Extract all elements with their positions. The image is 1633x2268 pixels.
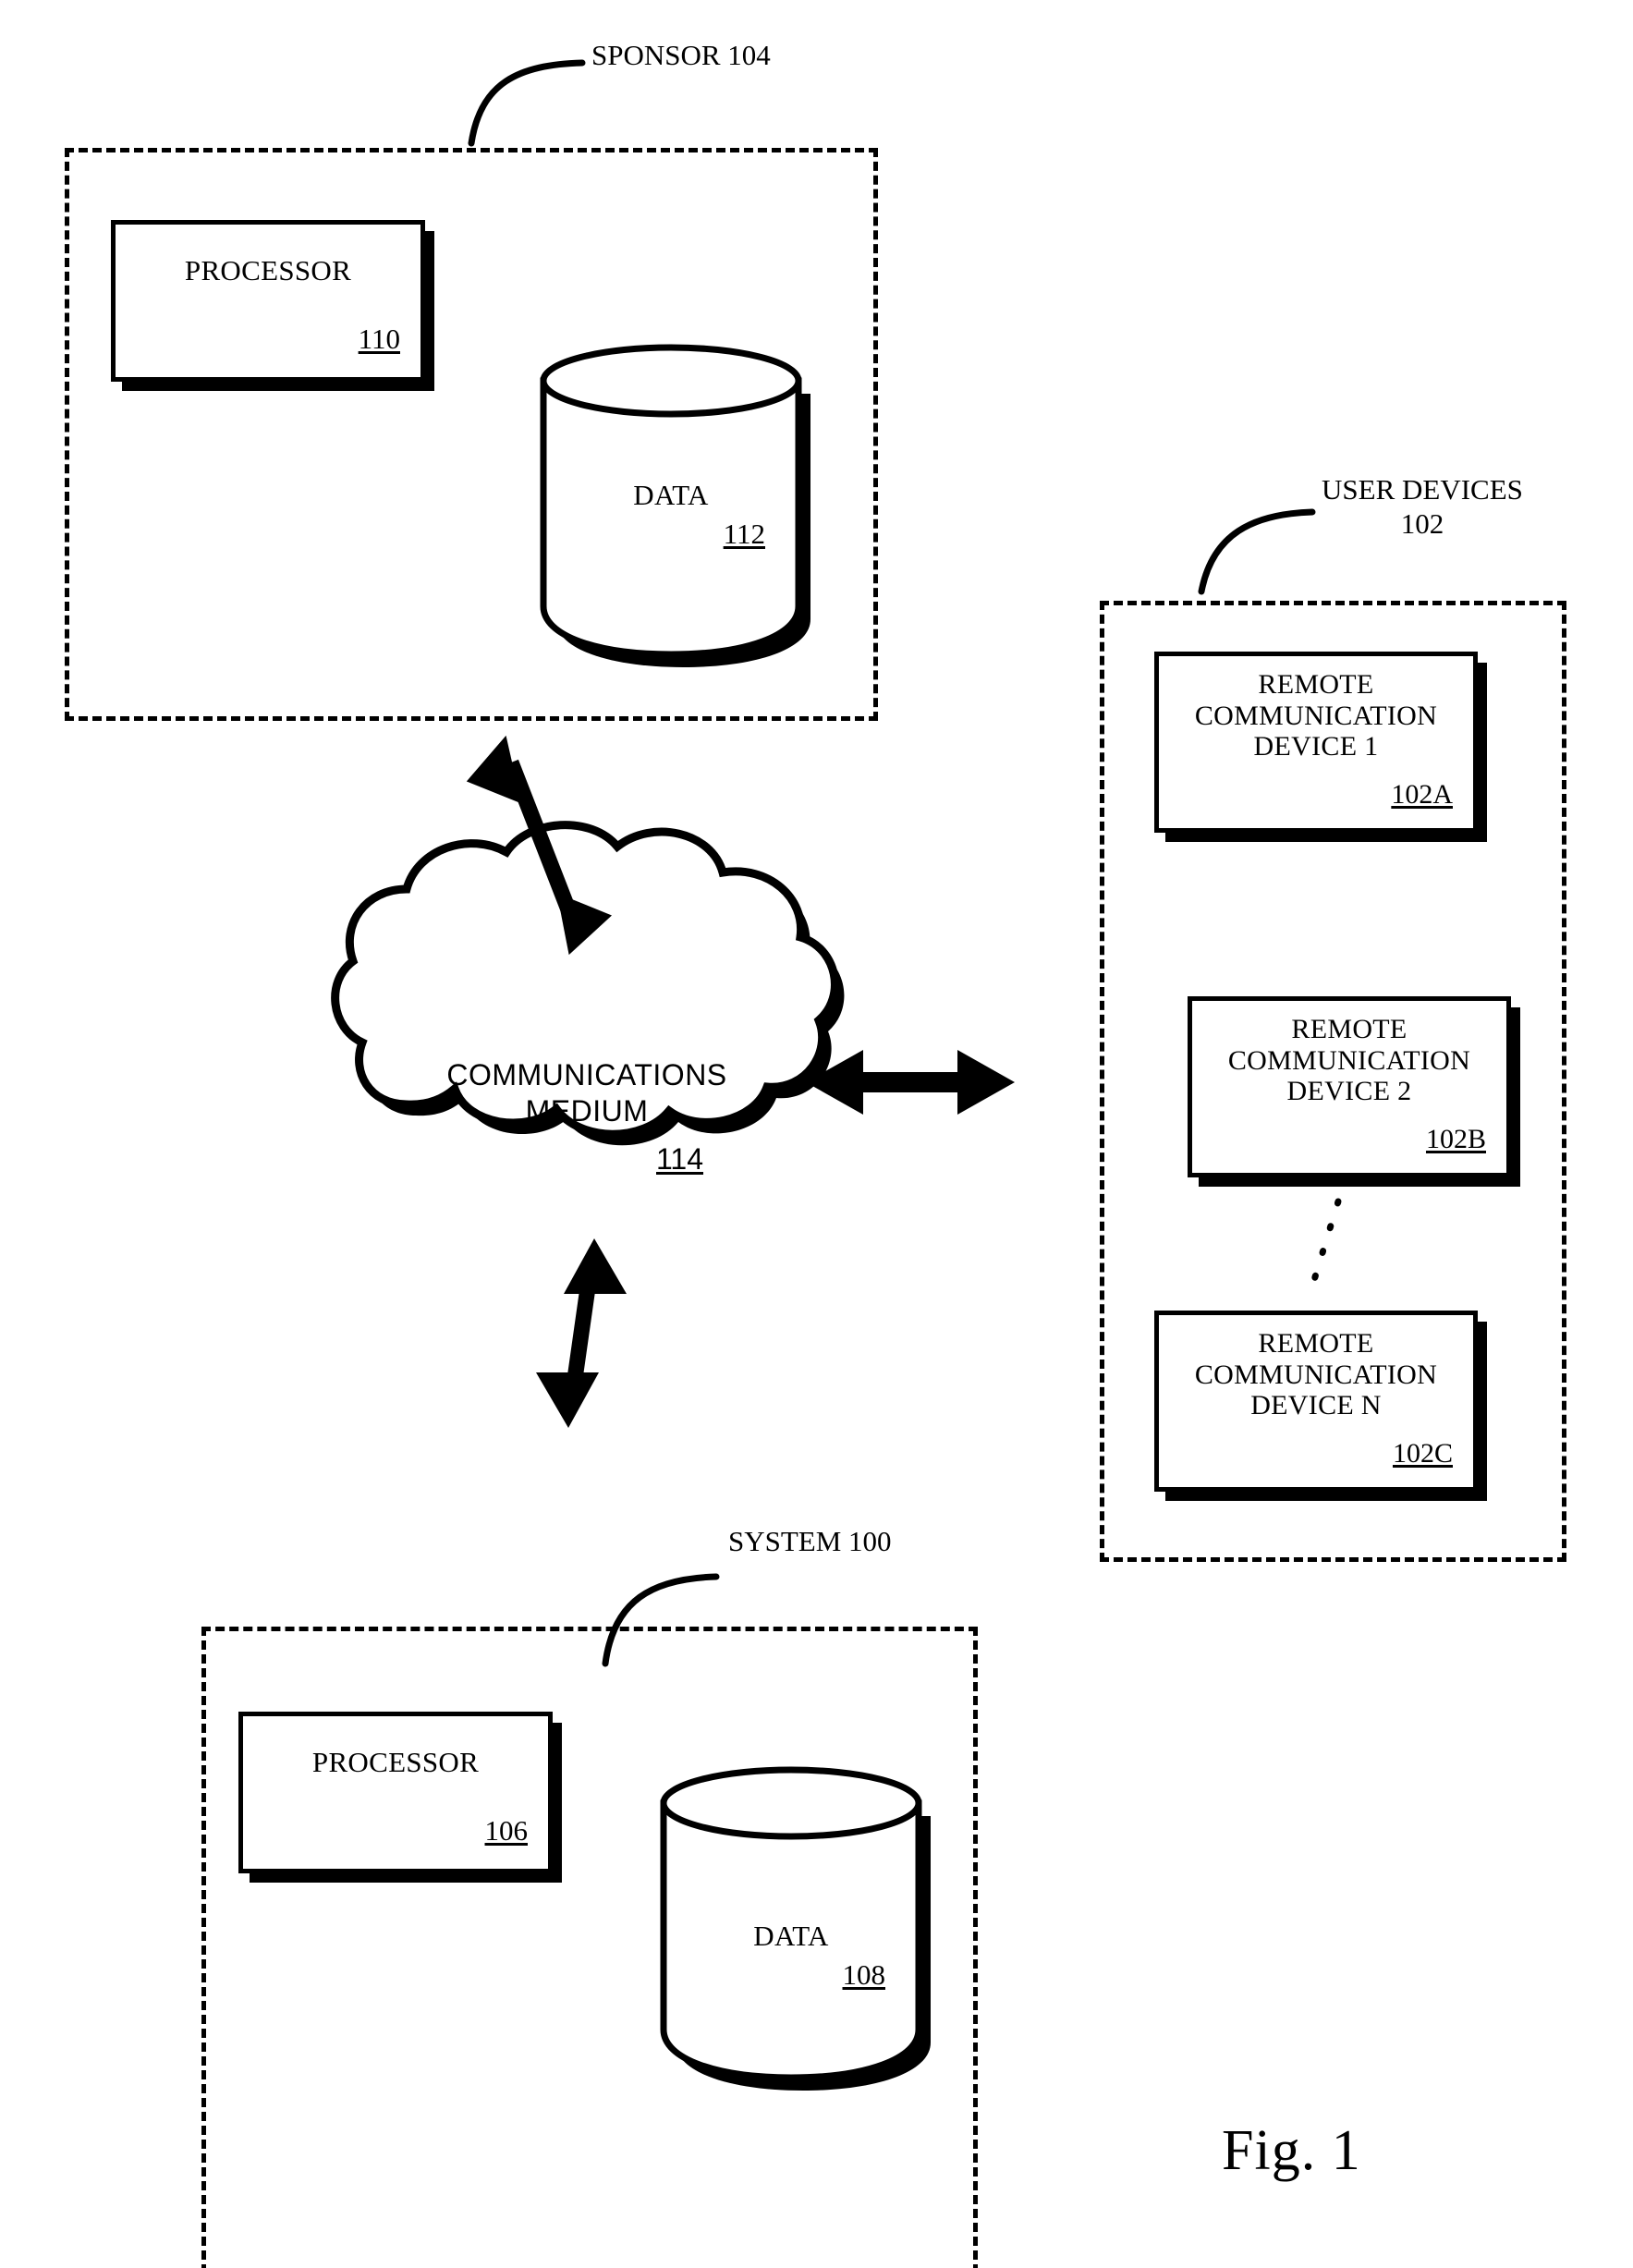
block-title-line3: DEVICE N xyxy=(1250,1390,1382,1421)
block-title: PROCESSOR xyxy=(184,254,352,287)
block-refnum: 102A xyxy=(1391,779,1453,810)
cloud-title-line1: COMMUNICATIONS xyxy=(446,1058,727,1091)
label-sponsor: SPONSOR 104 xyxy=(591,39,771,71)
block-title-line2: COMMUNICATION xyxy=(1227,1044,1471,1076)
block-title: PROCESSOR xyxy=(311,1746,480,1778)
block-refnum: 112 xyxy=(723,518,765,550)
block-title-line2: COMMUNICATION xyxy=(1194,1359,1438,1390)
block-title: DATA xyxy=(633,479,709,511)
label-system: SYSTEM 100 xyxy=(728,1525,892,1557)
block-refnum: 108 xyxy=(842,1958,886,1991)
arrow-sponsor-cloud xyxy=(466,735,613,956)
block-title-line3: DEVICE 2 xyxy=(1286,1076,1412,1107)
block-remote-device-1: REMOTE COMMUNICATION DEVICE 1 102A xyxy=(1154,652,1478,833)
block-title-line2: COMMUNICATION xyxy=(1194,700,1438,731)
block-title-line3: DEVICE 1 xyxy=(1253,731,1379,762)
block-title: DATA xyxy=(753,1920,829,1952)
block-system-data: DATA 108 xyxy=(664,1803,919,2077)
block-remote-device-n: REMOTE COMMUNICATION DEVICE N 102C xyxy=(1154,1311,1478,1492)
block-system-processor: PROCESSOR 106 xyxy=(238,1712,553,1873)
leader-line-sponsor xyxy=(468,59,586,147)
cloud-title-line2: MEDIUM xyxy=(525,1094,649,1128)
block-title-line1: REMOTE xyxy=(1291,1014,1408,1044)
block-title: REMOTE COMMUNICATION DEVICE 1 xyxy=(1159,669,1473,762)
block-title: REMOTE COMMUNICATION DEVICE N xyxy=(1159,1328,1473,1421)
leader-line-user-devices xyxy=(1198,508,1316,595)
block-sponsor-processor: PROCESSOR 110 xyxy=(111,220,425,382)
label-user-devices: USER DEVICES 102 xyxy=(1322,473,1523,541)
block-title-line1: REMOTE xyxy=(1258,669,1374,700)
label-user-devices-line2: 102 xyxy=(1400,506,1444,540)
block-remote-device-2: REMOTE COMMUNICATION DEVICE 2 102B xyxy=(1188,996,1511,1177)
block-sponsor-data: DATA 112 xyxy=(543,381,798,654)
block-title-line1: REMOTE xyxy=(1258,1328,1374,1359)
figure-caption: Fig. 1 xyxy=(1222,2119,1361,2182)
block-communications-medium: COMMUNICATIONS MEDIUM 114 xyxy=(370,1007,804,1176)
cloud-title: COMMUNICATIONS MEDIUM xyxy=(370,1057,804,1129)
block-title: REMOTE COMMUNICATION DEVICE 2 xyxy=(1192,1014,1506,1107)
block-refnum: 102C xyxy=(1392,1438,1453,1469)
block-refnum: 110 xyxy=(358,323,400,355)
block-refnum: 102B xyxy=(1425,1124,1486,1154)
cloud-refnum: 114 xyxy=(656,1142,704,1176)
block-refnum: 106 xyxy=(484,1814,529,1847)
arrow-cloud-system xyxy=(536,1238,627,1428)
arrow-cloud-user-devices xyxy=(806,1050,1015,1115)
label-user-devices-line1: USER DEVICES xyxy=(1322,473,1523,506)
figure-page: SPONSOR 104 PROCESSOR 110 DATA 112 USER … xyxy=(0,0,1633,2268)
